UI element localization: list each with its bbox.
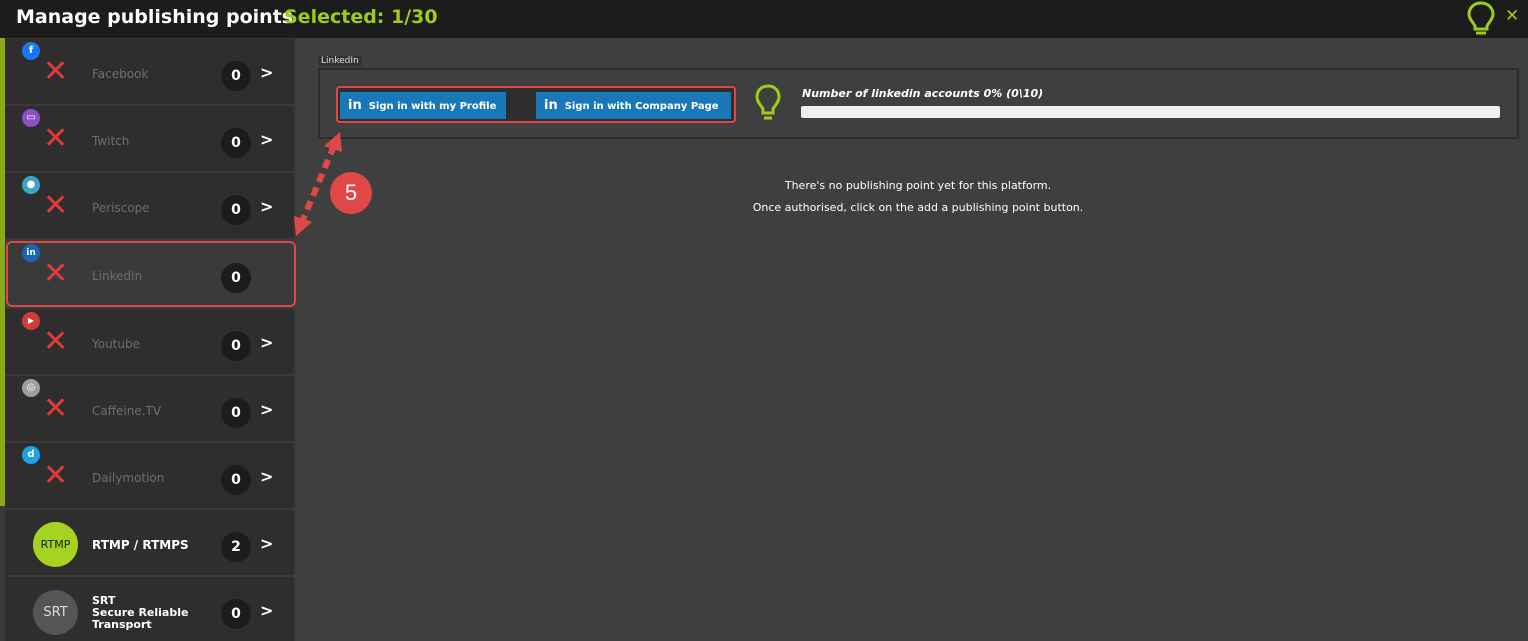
count-badge: 0 <box>221 128 251 158</box>
chevron-right-icon[interactable]: > <box>260 467 273 486</box>
sidebar-item-facebook[interactable]: f ✕ Facebook 0 > <box>5 39 294 104</box>
empty-hint: Once authorised, click on the add a publ… <box>752 201 1084 214</box>
accounts-progress-bar <box>801 106 1500 118</box>
facebook-icon: f <box>22 42 40 60</box>
not-authorized-icon: ✕ <box>43 188 69 223</box>
count-badge: 0 <box>221 398 251 428</box>
not-authorized-icon: ✕ <box>43 121 69 156</box>
page-title: Manage publishing points <box>16 6 294 28</box>
sidebar-item-caffeine[interactable]: ◎ ✕ Caffeine.TV 0 > <box>5 376 294 441</box>
sidebar-item-label: Caffeine.TV <box>92 404 162 418</box>
sidebar-item-dailymotion[interactable]: d ✕ Dailymotion 0 > <box>5 443 294 508</box>
lightbulb-icon <box>753 82 783 128</box>
sidebar-item-label: SRT Secure Reliable Transport <box>92 594 189 631</box>
selected-count: Selected: 1/30 <box>284 6 438 28</box>
count-badge: 2 <box>221 532 251 562</box>
sign-in-company-button[interactable]: in Sign in with Company Page <box>536 92 731 119</box>
twitch-icon: ▭ <box>22 109 40 127</box>
not-authorized-icon: ✕ <box>43 391 69 426</box>
section-label: LinkedIn <box>318 56 362 66</box>
chevron-right-icon[interactable]: > <box>260 601 273 620</box>
sidebar-item-srt[interactable]: SRT SRT Secure Reliable Transport 0 > <box>5 577 294 641</box>
sidebar-item-label: Periscope <box>92 201 150 215</box>
sidebar-item-label: Dailymotion <box>92 471 165 485</box>
sign-in-button-group: in Sign in with my Profile in Sign in with… <box>336 86 736 123</box>
sidebar-item-label: Facebook <box>92 67 149 81</box>
not-authorized-icon: ✕ <box>43 54 69 89</box>
linkedin-icon: in <box>348 98 362 113</box>
count-badge: 0 <box>221 465 251 495</box>
srt-icon: SRT <box>33 590 78 635</box>
chevron-right-icon[interactable]: > <box>260 400 273 419</box>
lightbulb-icon[interactable] <box>1464 0 1498 42</box>
youtube-icon: ▶ <box>22 312 40 330</box>
count-badge: 0 <box>221 331 251 361</box>
chevron-right-icon[interactable]: > <box>260 63 273 82</box>
dailymotion-icon: d <box>22 446 40 464</box>
chevron-right-icon[interactable]: > <box>260 130 273 149</box>
caffeine-icon: ◎ <box>22 379 40 397</box>
sidebar-item-rtmp[interactable]: RTMP RTMP / RTMPS 2 > <box>5 510 294 575</box>
count-badge: 0 <box>221 195 251 225</box>
chevron-right-icon[interactable]: > <box>260 197 273 216</box>
sign-in-profile-button[interactable]: in Sign in with my Profile <box>340 92 506 119</box>
sidebar-item-label: Youtube <box>92 337 140 351</box>
sidebar-item-twitch[interactable]: ▭ ✕ Twitch 0 > <box>5 106 294 171</box>
close-icon[interactable]: ✕ <box>1505 6 1519 26</box>
sidebar-item-youtube[interactable]: ▶ ✕ Youtube 0 > <box>5 309 294 374</box>
not-authorized-icon: ✕ <box>43 458 69 493</box>
chevron-right-icon[interactable]: > <box>260 333 273 352</box>
count-badge: 0 <box>221 599 251 629</box>
count-badge: 0 <box>221 61 251 91</box>
sidebar-item-periscope[interactable]: ● ✕ Periscope 0 > <box>5 173 294 238</box>
chevron-right-icon[interactable]: > <box>260 534 273 553</box>
rtmp-icon: RTMP <box>33 522 78 567</box>
not-authorized-icon: ✕ <box>43 324 69 359</box>
sidebar-item-label: Twitch <box>92 134 130 148</box>
accounts-count-text: Number of linkedin accounts 0% (0\10) <box>802 87 1044 100</box>
highlight-box-linkedin <box>6 241 296 307</box>
linkedin-icon: in <box>544 98 558 113</box>
periscope-icon: ● <box>22 176 40 194</box>
empty-message: There's no publishing point yet for this… <box>784 179 1052 192</box>
title-bar: Manage publishing points Selected: 1/30 … <box>0 0 1528 38</box>
sidebar-item-label: RTMP / RTMPS <box>92 538 189 552</box>
step-number-badge: 5 <box>330 172 372 214</box>
